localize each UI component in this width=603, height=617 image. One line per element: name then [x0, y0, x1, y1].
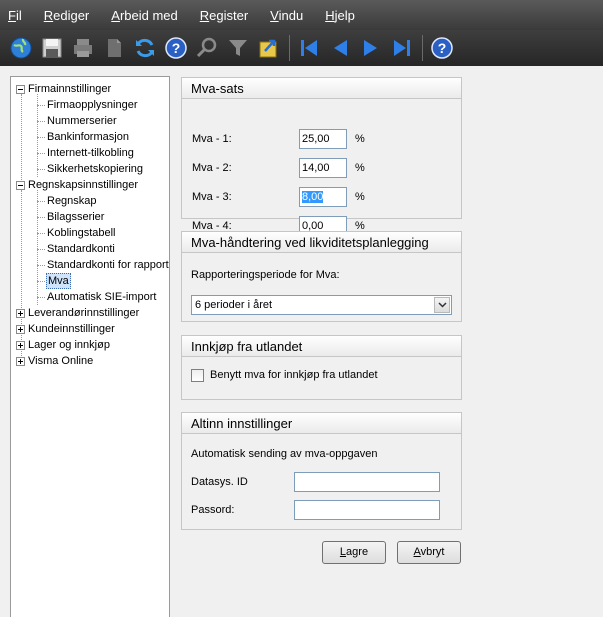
- last-record-icon[interactable]: [389, 35, 415, 61]
- tree-node-bilagsserier[interactable]: Bilagsserier: [11, 209, 169, 225]
- help-icon[interactable]: ?: [163, 35, 189, 61]
- chevron-down-icon[interactable]: [434, 297, 450, 313]
- mva-utland-label[interactable]: Benytt mva for innkjøp fra utlandet: [210, 369, 378, 381]
- tree-node-standardkonti[interactable]: Standardkonti: [11, 241, 169, 257]
- svg-text:?: ?: [438, 40, 447, 56]
- passord-label: Passord:: [191, 504, 235, 516]
- tree-node-bankinformasjon[interactable]: Bankinformasjon: [11, 129, 169, 145]
- export-icon[interactable]: [256, 35, 282, 61]
- mva-1-input[interactable]: 25,00: [299, 129, 347, 149]
- menu-arbeid-med[interactable]: Arbeid med: [111, 8, 177, 23]
- print-icon[interactable]: [70, 35, 96, 61]
- mva-sats-title: Mva-sats: [182, 78, 461, 99]
- refresh-icon[interactable]: [132, 35, 158, 61]
- tree-node-visma-online[interactable]: Visma Online: [11, 353, 169, 369]
- tree-node-lager-og-innkjop[interactable]: Lager og innkjøp: [11, 337, 169, 353]
- save-button[interactable]: Lagre: [322, 541, 386, 564]
- tree-node-regnskap[interactable]: Regnskap: [11, 193, 169, 209]
- mva-2-unit: %: [355, 162, 365, 174]
- datasys-id-input[interactable]: [294, 472, 440, 492]
- tree-node-kundeinnstillinger[interactable]: Kundeinnstillinger: [11, 321, 169, 337]
- expand-icon[interactable]: [16, 341, 25, 350]
- mva-likviditet-group: Mva-håndtering ved likviditetsplanleggin…: [181, 231, 462, 322]
- search-icon[interactable]: [194, 35, 220, 61]
- settings-tree: Firmainnstillinger Firmaopplysninger Num…: [10, 76, 170, 617]
- previous-record-icon[interactable]: [327, 35, 353, 61]
- mva-1-label: Mva - 1:: [192, 133, 232, 145]
- tree-node-regnskapsinnstillinger[interactable]: Regnskapsinnstillinger: [11, 177, 169, 193]
- menu-register[interactable]: Register: [200, 8, 248, 23]
- next-record-icon[interactable]: [358, 35, 384, 61]
- altinn-subtitle: Automatisk sending av mva-oppgaven: [191, 448, 378, 460]
- altinn-group: Altinn innstillinger Automatisk sending …: [181, 412, 462, 530]
- toolbar-separator: [289, 35, 290, 61]
- mva-1-unit: %: [355, 133, 365, 145]
- document-icon[interactable]: [101, 35, 127, 61]
- rapporteringsperiode-label: Rapporteringsperiode for Mva:: [191, 269, 340, 281]
- globe-icon[interactable]: [8, 35, 34, 61]
- collapse-icon[interactable]: [16, 85, 25, 94]
- mva-utland-checkbox[interactable]: [191, 369, 204, 382]
- save-icon[interactable]: [39, 35, 65, 61]
- collapse-icon[interactable]: [16, 181, 25, 190]
- passord-input[interactable]: [294, 500, 440, 520]
- menu-vindu[interactable]: Vindu: [270, 8, 303, 23]
- svg-text:?: ?: [172, 40, 181, 56]
- tree-node-firmainnstillinger[interactable]: Firmainnstillinger: [11, 81, 169, 97]
- altinn-title: Altinn innstillinger: [182, 413, 461, 434]
- innkjop-utland-group: Innkjøp fra utlandet Benytt mva for innk…: [181, 335, 462, 400]
- first-record-icon[interactable]: [296, 35, 322, 61]
- mva-3-input[interactable]: 8,00: [299, 187, 347, 207]
- cancel-button[interactable]: Avbryt: [397, 541, 461, 564]
- help-icon[interactable]: ?: [429, 35, 455, 61]
- mva-2-input[interactable]: 14,00: [299, 158, 347, 178]
- expand-icon[interactable]: [16, 309, 25, 318]
- tree-node-standardkonti-rapporter[interactable]: Standardkonti for rapporte: [11, 257, 169, 273]
- tree-node-firmaopplysninger[interactable]: Firmaopplysninger: [11, 97, 169, 113]
- innkjop-utland-title: Innkjøp fra utlandet: [182, 336, 461, 357]
- mva-3-label: Mva - 3:: [192, 191, 232, 203]
- tree-node-automatisk-sie-import[interactable]: Automatisk SIE-import: [11, 289, 169, 305]
- menu-rediger[interactable]: Rediger: [44, 8, 90, 23]
- expand-icon[interactable]: [16, 357, 25, 366]
- datasys-id-label: Datasys. ID: [191, 476, 248, 488]
- mva-sats-group: Mva-sats Mva - 1: 25,00 % Mva - 2: 14,00…: [181, 77, 462, 236]
- rapporteringsperiode-select[interactable]: 6 perioder i året: [191, 295, 452, 315]
- tree-node-koblingstabell[interactable]: Koblingstabell: [11, 225, 169, 241]
- filter-icon[interactable]: [225, 35, 251, 61]
- tree-node-nummerserier[interactable]: Nummerserier: [11, 113, 169, 129]
- expand-icon[interactable]: [16, 325, 25, 334]
- mva-likviditet-title: Mva-håndtering ved likviditetsplanleggin…: [182, 232, 461, 253]
- toolbar: ? ?: [0, 30, 603, 66]
- tree-node-sikkerhetskopiering[interactable]: Sikkerhetskopiering: [11, 161, 169, 177]
- mva-2-label: Mva - 2:: [192, 162, 232, 174]
- menu-fil[interactable]: Fil: [8, 8, 22, 23]
- tree-node-internett-tilkobling[interactable]: Internett-tilkobling: [11, 145, 169, 161]
- tree-node-leverandorinnstillinger[interactable]: Leverandørinnstillinger: [11, 305, 169, 321]
- tree-node-mva[interactable]: Mva: [11, 273, 169, 289]
- menu-bar: Fil Rediger Arbeid med Register Vindu Hj…: [0, 0, 603, 30]
- menu-hjelp[interactable]: Hjelp: [325, 8, 355, 23]
- toolbar-separator: [422, 35, 423, 61]
- mva-3-unit: %: [355, 191, 365, 203]
